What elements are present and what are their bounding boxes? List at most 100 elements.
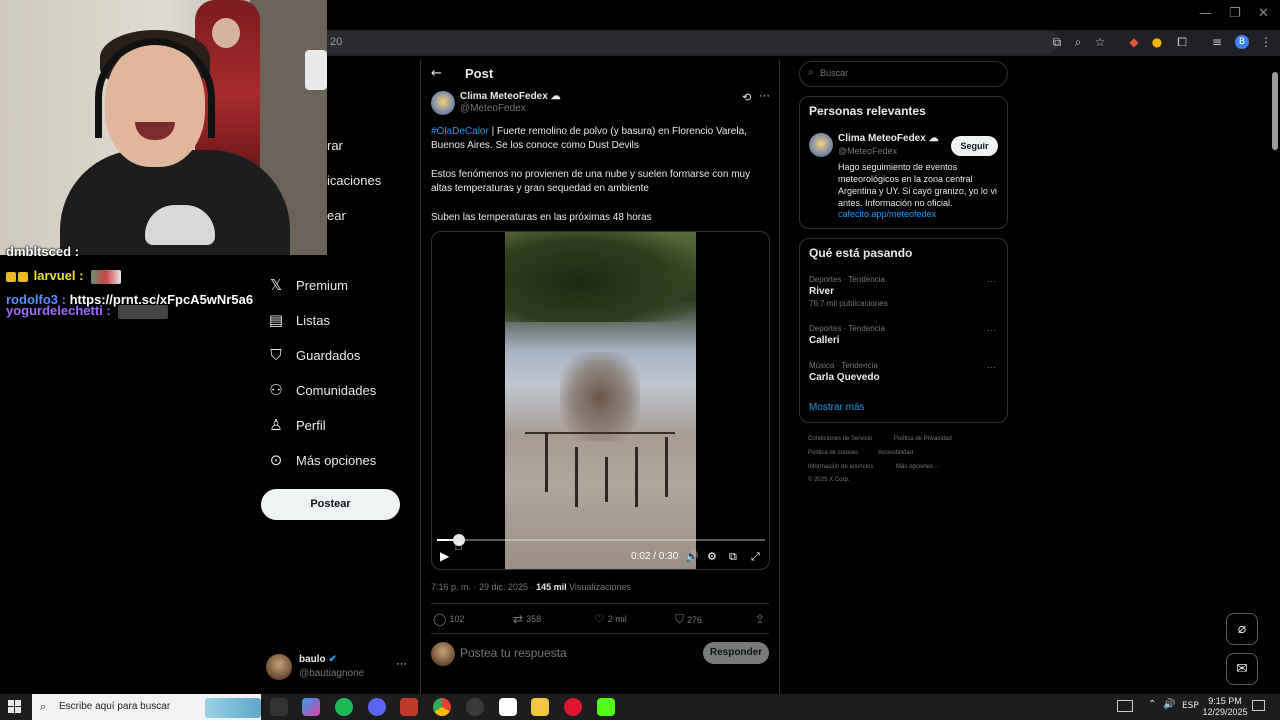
- video-player[interactable]: ☝ ▶ 0:02 / 0:30 🔊 ⚙ ⧉ ⤢: [431, 231, 770, 570]
- like-action[interactable]: ♡ 2 mil: [594, 612, 627, 626]
- chat-line: dmbltsced :: [6, 244, 79, 259]
- kick-icon[interactable]: [597, 698, 615, 716]
- grok-icon[interactable]: ⌀: [1226, 613, 1258, 645]
- reply-button[interactable]: Responder: [703, 642, 769, 664]
- scrollbar[interactable]: [1270, 60, 1280, 693]
- chat-username: larvuel :: [33, 268, 84, 283]
- nav-item-lists[interactable]: ▤ Listas: [266, 307, 330, 333]
- video-progress-track[interactable]: [437, 539, 765, 541]
- account-switcher[interactable]: baulo ✔ @bautiagnone ···: [266, 652, 416, 684]
- extensions-puzzle-icon[interactable]: ⧠: [1174, 34, 1190, 50]
- video-time: 0:02 / 0:30: [631, 551, 679, 562]
- kebab-menu-icon[interactable]: ⋮: [1258, 34, 1274, 50]
- taskbar-clock[interactable]: 9:15 PM 12/29/2025: [1200, 696, 1250, 718]
- author-name[interactable]: Clima MeteoFedex ☁: [460, 91, 561, 102]
- reply-action[interactable]: ◯ 102: [433, 612, 464, 626]
- more-icon[interactable]: ···: [396, 658, 407, 670]
- footer-link[interactable]: Accesibilidad: [878, 450, 913, 456]
- repost-action[interactable]: ⇄ 358: [513, 612, 541, 626]
- language-indicator[interactable]: ESP: [1182, 701, 1199, 711]
- mouse-cursor-icon: ☝: [454, 538, 463, 554]
- minimize-icon[interactable]: —: [1199, 6, 1212, 21]
- app-icon[interactable]: [499, 698, 517, 716]
- spotify-icon[interactable]: [335, 698, 353, 716]
- notifications-icon[interactable]: [1252, 700, 1265, 711]
- trend-name[interactable]: Carla Quevedo: [809, 372, 880, 383]
- views-count: 145 mil: [536, 582, 567, 592]
- extension-icon[interactable]: ●: [1149, 34, 1165, 50]
- nav-item-bookmarks[interactable]: ⛉ Guardados: [266, 342, 360, 368]
- video-frame-image[interactable]: [505, 232, 696, 569]
- file-explorer-icon[interactable]: [531, 698, 549, 716]
- bookmark-star-icon[interactable]: ☆: [1092, 34, 1108, 50]
- nav-item-partial[interactable]: icaciones: [327, 173, 381, 188]
- avatar[interactable]: [809, 133, 833, 157]
- nav-item-profile[interactable]: ♙ Perfil: [266, 412, 325, 438]
- more-icon[interactable]: ···: [987, 276, 996, 286]
- nav-item-partial[interactable]: rar: [327, 138, 343, 153]
- copilot-icon[interactable]: [302, 698, 320, 716]
- obs-icon[interactable]: [466, 698, 484, 716]
- footer-link[interactable]: Política de cookies: [808, 450, 858, 456]
- chevron-up-icon[interactable]: ⌃: [1148, 699, 1156, 710]
- footer-link[interactable]: Condiciones de Servicio: [808, 436, 872, 442]
- relevant-user-name[interactable]: Clima MeteoFedex ☁: [838, 133, 939, 144]
- keyboard-icon[interactable]: [1117, 700, 1133, 712]
- messages-icon[interactable]: ✉: [1226, 653, 1258, 685]
- footer-link[interactable]: Información de anuncios: [808, 464, 873, 470]
- windows-start-icon[interactable]: [8, 700, 22, 714]
- grok-icon[interactable]: ⟲: [742, 91, 751, 104]
- task-view-icon[interactable]: [270, 698, 288, 716]
- author-handle[interactable]: @MeteoFedex: [460, 103, 526, 114]
- chrome-icon[interactable]: [433, 698, 451, 716]
- reply-input[interactable]: Postea tu respuesta: [460, 646, 567, 660]
- fullscreen-icon[interactable]: ⤢: [751, 550, 760, 564]
- avatar: [266, 654, 292, 680]
- show-more-link[interactable]: Mostrar más: [809, 402, 865, 413]
- post-button[interactable]: Postear: [261, 489, 400, 520]
- nav-item-premium[interactable]: 𝕏 Premium: [266, 272, 348, 298]
- share-action[interactable]: ⇪: [755, 612, 768, 626]
- trend-name[interactable]: River: [809, 286, 834, 297]
- back-arrow-icon[interactable]: ←: [431, 66, 442, 81]
- trend-name[interactable]: Calleri: [809, 335, 840, 346]
- more-icon[interactable]: ···: [987, 362, 996, 372]
- more-icon[interactable]: ···: [759, 90, 770, 102]
- extension-icon[interactable]: ◆: [1126, 34, 1142, 50]
- footer-link[interactable]: Más opciones ···: [896, 464, 941, 470]
- volume-icon[interactable]: 🔊: [685, 550, 699, 563]
- profile-avatar[interactable]: B: [1235, 35, 1249, 49]
- app-icon[interactable]: [400, 698, 418, 716]
- media-control-icon[interactable]: ≡: [1209, 34, 1225, 50]
- address-bar[interactable]: 20: [310, 31, 1060, 53]
- search-highlight-image: [205, 698, 261, 718]
- nav-item-more[interactable]: ⊙ Más opciones: [266, 447, 377, 473]
- card-title: Personas relevantes: [809, 104, 926, 118]
- play-icon[interactable]: ▶: [440, 549, 449, 563]
- author-avatar[interactable]: [431, 91, 455, 115]
- bio-link[interactable]: cafecito.app/meteofedex: [838, 209, 936, 219]
- follow-button[interactable]: Seguir: [951, 136, 998, 156]
- scrollbar-thumb[interactable]: [1272, 72, 1278, 150]
- nav-item-communities[interactable]: ⚇ Comunidades: [266, 377, 376, 403]
- opera-icon[interactable]: [564, 698, 582, 716]
- nav-item-partial[interactable]: ear: [327, 208, 346, 223]
- settings-gear-icon[interactable]: ⚙: [707, 550, 717, 563]
- relevant-user-handle[interactable]: @MeteoFedex: [838, 146, 897, 156]
- footer-link[interactable]: Política de Privacidad: [894, 436, 952, 442]
- divider: [431, 633, 769, 634]
- trend-meta: Deportes · Tendencia: [809, 324, 885, 333]
- discord-icon[interactable]: [368, 698, 386, 716]
- more-icon[interactable]: ···: [987, 325, 996, 335]
- close-icon[interactable]: ✕: [1258, 6, 1269, 21]
- verified-icon: ✔: [328, 654, 337, 665]
- hashtag-link[interactable]: #OlaDeCalor: [431, 126, 489, 137]
- column-divider: [420, 60, 421, 694]
- picture-in-picture-icon[interactable]: ⧉: [729, 550, 737, 564]
- chat-emote-icon: [91, 269, 122, 284]
- restore-icon[interactable]: ❐: [1229, 6, 1241, 21]
- zoom-icon[interactable]: ⌕: [1070, 34, 1086, 50]
- speaker-icon[interactable]: 🔊: [1163, 699, 1175, 710]
- install-app-icon[interactable]: ⧉: [1049, 34, 1065, 50]
- bookmark-action[interactable]: ⛉ 276: [675, 612, 702, 627]
